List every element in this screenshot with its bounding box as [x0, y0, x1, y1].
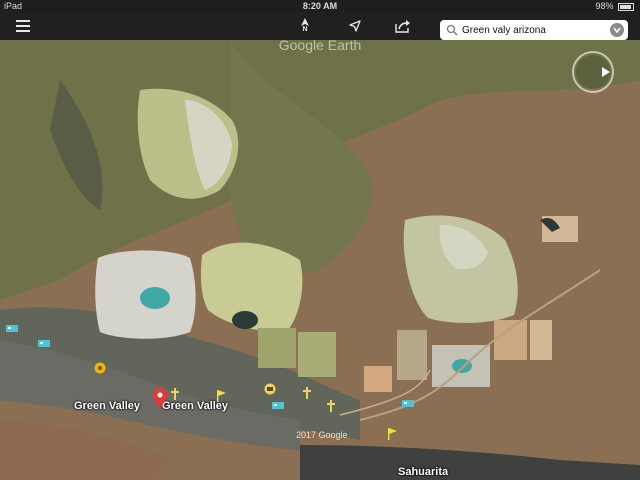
battery-icon — [618, 2, 634, 11]
north-button[interactable]: N — [292, 12, 318, 40]
hotel-icon-2[interactable] — [38, 338, 50, 350]
search-box[interactable] — [440, 20, 628, 40]
church-icon-3[interactable] — [326, 400, 338, 412]
menu-icon — [16, 20, 30, 32]
satellite-map[interactable]: Google Earth Green Valley Green Valley S… — [0, 40, 640, 480]
north-arrow-icon — [301, 18, 309, 26]
north-label: N — [302, 26, 308, 33]
clear-search-icon — [613, 27, 621, 33]
satellite-imagery — [0, 40, 640, 480]
church-icon[interactable] — [170, 388, 182, 400]
google-earth-watermark: Google Earth — [278, 40, 362, 53]
status-time: 8:20 AM — [302, 1, 338, 11]
map-copyright: 2017 Google — [296, 430, 348, 440]
clear-search-button[interactable] — [610, 23, 624, 37]
battery-status: 98% — [595, 0, 634, 12]
church-icon-2[interactable] — [302, 387, 314, 399]
search-icon — [446, 24, 458, 36]
share-icon — [395, 20, 410, 33]
location-arrow-icon — [349, 20, 361, 32]
compass-button[interactable] — [572, 51, 614, 93]
hotel-icon[interactable] — [6, 323, 18, 335]
museum-icon[interactable] — [264, 383, 276, 395]
compass-icon — [576, 55, 610, 89]
location-pin-icon — [153, 388, 167, 408]
share-button[interactable] — [390, 12, 416, 40]
my-location-button[interactable] — [342, 12, 368, 40]
place-label-sahuarita[interactable]: Sahuarita — [398, 466, 448, 478]
place-label-green-valley[interactable]: Green Valley — [74, 400, 140, 412]
hotel-icon-3[interactable] — [272, 400, 284, 412]
toolbar: N — [0, 12, 640, 40]
search-input[interactable] — [462, 24, 602, 36]
status-bar: iPad 8:20 AM 98% — [0, 0, 640, 12]
golf-flag-icon-2[interactable] — [386, 428, 398, 440]
battery-percent: 98% — [595, 1, 614, 11]
menu-button[interactable] — [8, 12, 38, 40]
hotel-icon-4[interactable] — [402, 398, 414, 410]
golf-flag-icon[interactable] — [215, 390, 227, 402]
landmark-icon[interactable] — [94, 362, 106, 374]
